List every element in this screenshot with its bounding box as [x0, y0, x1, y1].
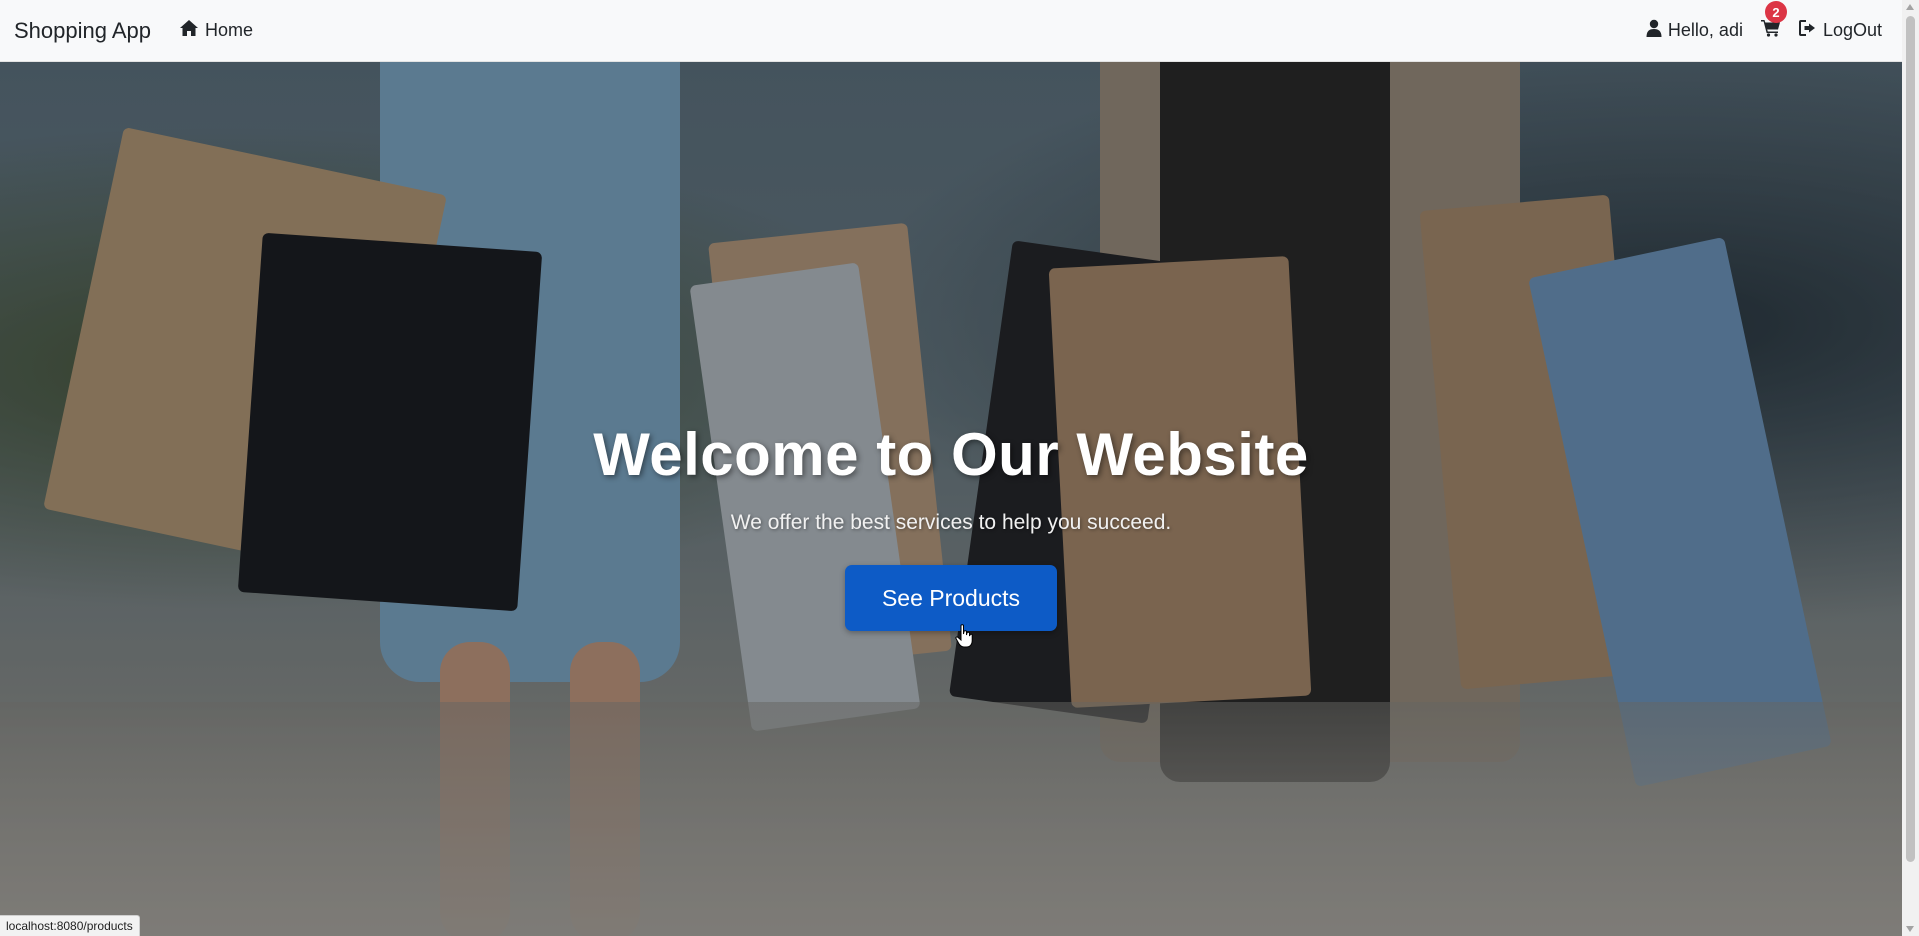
see-products-button[interactable]: See Products: [845, 565, 1057, 631]
logout-icon: [1798, 20, 1817, 41]
hero-title: Welcome to Our Website: [593, 421, 1309, 488]
scroll-down-arrow-icon[interactable]: [1906, 926, 1914, 932]
user-greeting: Hello, adi: [1646, 19, 1743, 42]
link-status-bar: localhost:8080/products: [0, 915, 140, 936]
hero-subtitle: We offer the best services to help you s…: [730, 511, 1172, 534]
nav-right-group: Hello, adi 2 LogOut: [1646, 1, 1888, 42]
home-icon: [179, 19, 199, 42]
cart-button[interactable]: 2: [1760, 1, 1787, 42]
page: Shopping App Home Hello, adi 2 LogOut We…: [0, 0, 1919, 936]
nav-home-label: Home: [205, 20, 254, 40]
greeting-text: Hello, adi: [1667, 20, 1743, 40]
user-icon: [1646, 19, 1662, 42]
scroll-up-arrow-icon[interactable]: [1906, 4, 1914, 10]
scrollbar-thumb[interactable]: [1906, 16, 1915, 862]
hero-content: Welcome to Our Website We offer the best…: [0, 62, 1902, 936]
hero-section: Welcome to Our Website We offer the best…: [0, 62, 1902, 936]
logout-link[interactable]: LogOut: [1798, 20, 1882, 41]
brand-link[interactable]: Shopping App: [14, 18, 151, 44]
hand-cursor-icon: [955, 624, 973, 648]
logout-label: LogOut: [1822, 20, 1882, 40]
nav-home-link[interactable]: Home: [179, 19, 253, 42]
cart-count-badge: 2: [1764, 1, 1787, 23]
navbar: Shopping App Home Hello, adi 2 LogOut: [0, 0, 1902, 62]
vertical-scrollbar[interactable]: [1902, 0, 1919, 936]
